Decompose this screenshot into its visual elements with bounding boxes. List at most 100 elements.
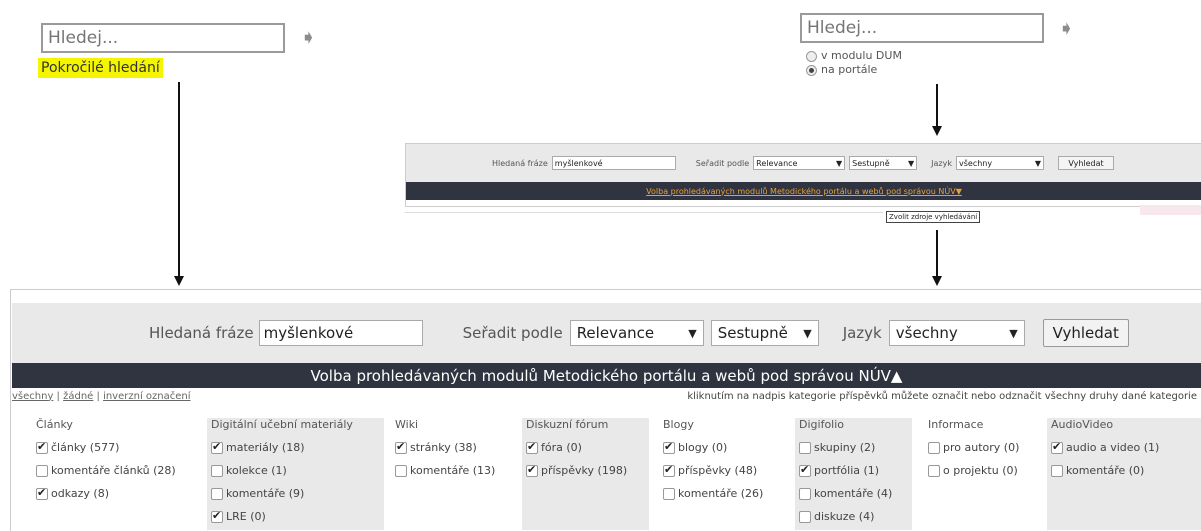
modules-toggle-link[interactable]: Volba prohledávaných modulů Metodického … — [646, 187, 962, 196]
checkbox[interactable] — [928, 464, 940, 477]
small-search-bar: Hledaná fráze myšlenkové Seřadit podle R… — [406, 144, 1201, 182]
phrase-input[interactable]: myšlenkové — [551, 156, 676, 170]
lang-select[interactable]: všechny ▼ — [956, 156, 1044, 170]
category-item[interactable]: komentáře článků (28) — [36, 459, 196, 482]
advanced-search-link[interactable]: Pokročilé hledání — [38, 58, 163, 78]
checkbox[interactable] — [663, 440, 675, 454]
item-label: komentáře (26) — [678, 487, 764, 500]
category-title[interactable]: Články — [36, 418, 196, 432]
category-item[interactable]: odkazy (8) — [36, 482, 196, 505]
category-item[interactable]: skupiny (2) — [799, 436, 908, 459]
category-item[interactable]: stránky (38) — [395, 436, 511, 459]
category-clanky: Články články (577) komentáře článků (28… — [32, 418, 200, 530]
category-title[interactable]: Digifolio — [799, 418, 908, 432]
category-item[interactable]: příspěvky (48) — [663, 459, 781, 482]
checkbox[interactable] — [799, 441, 811, 454]
category-item[interactable]: komentáře (0) — [1051, 459, 1197, 482]
checkbox[interactable] — [395, 464, 407, 477]
checkbox[interactable] — [36, 464, 48, 477]
arrow-down-icon — [174, 276, 184, 286]
category-title[interactable]: Wiki — [395, 418, 511, 432]
checkbox[interactable] — [928, 441, 940, 454]
category-item[interactable]: komentáře (9) — [211, 482, 380, 505]
dropdown-arrow-icon: ▼ — [803, 326, 812, 340]
item-label: audio a video (1) — [1066, 441, 1160, 454]
search-go-icon[interactable]: ➧ — [1058, 18, 1075, 38]
category-item[interactable]: kolekce (1) — [211, 459, 380, 482]
item-label: komentáře (13) — [410, 464, 496, 477]
checkbox[interactable] — [211, 464, 223, 477]
order-select[interactable]: Sestupně ▼ — [849, 156, 918, 170]
checkbox[interactable] — [211, 509, 223, 523]
checkbox[interactable] — [799, 487, 811, 500]
category-item[interactable]: o projektu (0) — [928, 459, 1035, 482]
category-item[interactable]: blogy (0) — [663, 436, 781, 459]
modules-bar[interactable]: Volba prohledávaných modulů Metodického … — [12, 363, 1201, 388]
category-item[interactable]: diskuze (4) — [799, 505, 908, 528]
select-none-link[interactable]: žádné — [63, 391, 93, 402]
right-search-input[interactable] — [800, 13, 1044, 43]
lang-value: všechny — [895, 324, 958, 342]
radio-button[interactable] — [806, 50, 817, 62]
category-item[interactable]: komentáře (13) — [395, 459, 511, 482]
checkbox[interactable] — [526, 463, 538, 477]
radio-button[interactable] — [806, 64, 817, 76]
dropdown-arrow-icon: ▼ — [908, 158, 915, 168]
category-item[interactable]: fóra (0) — [526, 436, 645, 459]
category-item[interactable]: komentáře (4) — [799, 482, 908, 505]
select-all-link[interactable]: všechny — [12, 391, 53, 402]
category-title[interactable]: Diskuzní fórum — [526, 418, 645, 432]
item-label: blogy (0) — [678, 441, 728, 454]
checkbox[interactable] — [211, 487, 223, 500]
checkbox[interactable] — [36, 440, 48, 454]
checkbox[interactable] — [395, 440, 407, 454]
item-label: stránky (38) — [410, 441, 477, 454]
category-title[interactable]: Informace — [928, 418, 1035, 432]
checkbox[interactable] — [526, 440, 538, 454]
search-submit-button[interactable]: Vyhledat — [1042, 319, 1129, 347]
category-informace: Informace pro autory (0) o projektu (0) — [924, 418, 1039, 530]
invert-selection-link[interactable]: inverzní označení — [103, 391, 190, 402]
dropdown-arrow-icon: ▼ — [1009, 326, 1018, 340]
divider — [405, 212, 883, 213]
checkbox[interactable] — [799, 463, 811, 477]
sort-select[interactable]: Relevance ▼ — [569, 320, 704, 346]
item-label: komentáře (9) — [226, 487, 305, 500]
category-title[interactable]: AudioVideo — [1051, 418, 1197, 432]
checkbox[interactable] — [36, 486, 48, 500]
category-wiki: Wiki stránky (38) komentáře (13) — [391, 418, 515, 530]
category-item[interactable]: materiály (18) — [211, 436, 380, 459]
lang-select[interactable]: všechny ▼ — [888, 320, 1025, 346]
checkbox[interactable] — [663, 487, 675, 500]
sort-value: Relevance — [756, 158, 798, 168]
category-item[interactable]: články (577) — [36, 436, 196, 459]
modules-toggle-label[interactable]: Volba prohledávaných modulů Metodického … — [311, 367, 903, 385]
arrow-down-icon — [932, 126, 942, 136]
checkbox[interactable] — [211, 440, 223, 454]
category-item[interactable]: portfólia (1) — [799, 459, 908, 482]
left-search-input[interactable] — [41, 23, 285, 53]
checkbox[interactable] — [663, 463, 675, 477]
sort-select[interactable]: Relevance ▼ — [753, 156, 846, 170]
category-item[interactable]: audio a video (1) — [1051, 436, 1197, 459]
category-title[interactable]: Blogy — [663, 418, 781, 432]
search-go-icon[interactable]: ➧ — [300, 27, 317, 47]
order-select[interactable]: Sestupně ▼ — [710, 320, 819, 346]
scope-option-module[interactable]: v modulu DUM — [806, 49, 902, 63]
category-title[interactable]: Digitální učební materiály — [211, 418, 380, 432]
big-search-form: Hledaná fráze myšlenkové Seřadit podle R… — [12, 303, 1201, 404]
category-item[interactable]: komentáře (26) — [663, 482, 781, 505]
sort-label: Seřadit podle — [462, 324, 563, 342]
checkbox[interactable] — [799, 510, 811, 523]
category-item[interactable]: příspěvky (198) — [526, 459, 645, 482]
category-item[interactable]: LRE (0) — [211, 505, 380, 528]
phrase-input[interactable]: myšlenkové — [258, 320, 423, 346]
phrase-label: Hledaná fráze — [149, 324, 254, 342]
selection-links-row: všechny | žádné | inverzní označení klik… — [12, 388, 1201, 404]
checkbox[interactable] — [1051, 440, 1063, 454]
item-label: komentáře (0) — [1066, 464, 1145, 477]
small-submit-button[interactable]: Vyhledat — [1058, 156, 1114, 170]
checkbox[interactable] — [1051, 464, 1063, 477]
scope-option-portal[interactable]: na portále — [806, 63, 902, 77]
category-item[interactable]: pro autory (0) — [928, 436, 1035, 459]
